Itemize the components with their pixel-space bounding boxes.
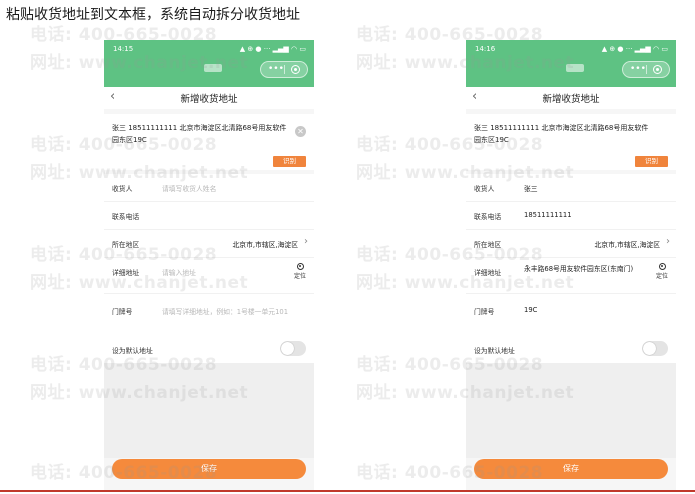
miniprogram-capsule[interactable]: ••• (260, 61, 308, 78)
phone-input[interactable]: 18511111111 (524, 211, 572, 219)
capsule-divider (284, 65, 285, 74)
name-label: 收货人 (112, 185, 133, 193)
status-bar: 14:15 ▲ ⊕ ● ··· ▂▄▆ ◠ ▭ ••• (104, 40, 314, 87)
save-button[interactable]: 保存 (474, 459, 668, 479)
region-value[interactable]: 北京市,市辖区,海淀区 (595, 239, 661, 249)
detail-input[interactable]: 永丰路68号用友软件园东区(东南门) (524, 264, 642, 275)
status-bar: 14:16 ▲ ⊕ ● ··· ▂▄▆ ◠ ▭ ••• (466, 40, 676, 87)
blank-area (466, 363, 676, 458)
locate-button[interactable]: 定位 (292, 263, 308, 280)
nav-bar: ‹ 新增收货地址 (466, 87, 676, 109)
door-row[interactable]: 门牌号 19C (466, 294, 676, 338)
page-heading: 粘贴收货地址到文本框，系统自动拆分收货地址 (6, 7, 300, 23)
status-icons: ▲ ⊕ ● ··· ▂▄▆ ◠ ▭ (239, 45, 306, 53)
default-address-row: 设为默认地址 (466, 337, 676, 363)
toggle-knob (281, 342, 294, 355)
phone-after: 14:16 ▲ ⊕ ● ··· ▂▄▆ ◠ ▭ ••• ‹ 新增收货地址 张三 … (466, 40, 676, 492)
region-row[interactable]: 所在地区 北京市,市辖区,海淀区 › (466, 230, 676, 258)
detail-row[interactable]: 详细地址 永丰路68号用友软件园东区(东南门) 定位 (466, 258, 676, 294)
paste-text[interactable]: 张三 18511111111 北京市海淀区北清路68号用友软件园东区19C (474, 122, 652, 146)
region-label: 所在地区 (112, 241, 140, 249)
address-form: 收货人 张三 联系电话 18511111111 所在地区 北京市,市辖区,海淀区… (466, 174, 676, 338)
more-icon[interactable]: ••• (268, 63, 284, 75)
region-label: 所在地区 (474, 241, 502, 249)
blurred-title (566, 64, 584, 72)
detail-label: 详细地址 (474, 269, 502, 277)
door-input[interactable]: 请填写详细地址，例如：1号楼一单元101 (162, 306, 288, 316)
location-icon (658, 263, 666, 270)
save-button[interactable]: 保存 (112, 459, 306, 479)
name-input[interactable]: 张三 (524, 183, 538, 193)
status-time: 14:16 (475, 45, 496, 53)
recognize-button[interactable]: 识别 (273, 156, 306, 167)
name-input[interactable]: 请填写收货人姓名 (162, 183, 216, 193)
page-title: 新增收货地址 (180, 94, 238, 105)
door-input[interactable]: 19C (524, 306, 537, 314)
chevron-right-icon[interactable]: › (304, 236, 308, 247)
region-row[interactable]: 所在地区 北京市,市辖区,海淀区 › (104, 230, 314, 258)
detail-input[interactable]: 请输入地址 (162, 267, 196, 277)
default-address-label: 设为默认地址 (112, 347, 153, 355)
name-row[interactable]: 收货人 张三 (466, 174, 676, 202)
door-row[interactable]: 门牌号 请填写详细地址，例如：1号楼一单元101 (104, 294, 314, 338)
phone-before: 14:15 ▲ ⊕ ● ··· ▂▄▆ ◠ ▭ ••• ‹ 新增收货地址 张三 … (104, 40, 314, 492)
location-icon (296, 263, 304, 270)
paste-address-textarea[interactable]: 张三 18511111111 北京市海淀区北清路68号用友软件园东区19C 识别 (466, 114, 676, 170)
screenshot-page: 粘贴收货地址到文本框，系统自动拆分收货地址 14:15 ▲ ⊕ ● ··· ▂▄… (0, 0, 695, 494)
default-address-toggle[interactable] (642, 341, 668, 356)
more-icon[interactable]: ••• (630, 63, 646, 75)
status-icons: ▲ ⊕ ● ··· ▂▄▆ ◠ ▭ (601, 45, 668, 53)
phone-row[interactable]: 联系电话 18511111111 (466, 202, 676, 230)
paste-text[interactable]: 张三 18511111111 北京市海淀区北清路68号用友软件园东区19C (112, 122, 290, 146)
blank-area (104, 363, 314, 458)
status-time: 14:15 (113, 45, 134, 53)
nav-bar: ‹ 新增收货地址 (104, 87, 314, 109)
miniprogram-capsule[interactable]: ••• (622, 61, 670, 78)
default-address-label: 设为默认地址 (474, 347, 515, 355)
detail-label: 详细地址 (112, 269, 140, 277)
blurred-title (204, 64, 222, 72)
locate-label: 定位 (655, 273, 668, 280)
capsule-divider (646, 65, 647, 74)
paste-address-textarea[interactable]: 张三 18511111111 北京市海淀区北清路68号用友软件园东区19C ✕ … (104, 114, 314, 170)
locate-button[interactable]: 定位 (654, 263, 670, 280)
bottom-rule (0, 490, 695, 492)
default-address-row: 设为默认地址 (104, 337, 314, 363)
toggle-knob (643, 342, 656, 355)
phone-row[interactable]: 联系电话 (104, 202, 314, 230)
detail-row[interactable]: 详细地址 请输入地址 定位 (104, 258, 314, 294)
recognize-button[interactable]: 识别 (635, 156, 668, 167)
chevron-right-icon[interactable]: › (666, 236, 670, 247)
locate-label: 定位 (293, 273, 306, 280)
phone-label: 联系电话 (112, 213, 140, 221)
phone-label: 联系电话 (474, 213, 502, 221)
default-address-toggle[interactable] (280, 341, 306, 356)
clear-icon[interactable]: ✕ (295, 126, 306, 137)
region-value[interactable]: 北京市,市辖区,海淀区 (233, 239, 299, 249)
door-label: 门牌号 (112, 308, 133, 316)
close-miniprogram-icon[interactable] (291, 65, 300, 74)
name-label: 收货人 (474, 185, 495, 193)
door-label: 门牌号 (474, 308, 495, 316)
close-miniprogram-icon[interactable] (653, 65, 662, 74)
name-row[interactable]: 收货人 请填写收货人姓名 (104, 174, 314, 202)
address-form: 收货人 请填写收货人姓名 联系电话 所在地区 北京市,市辖区,海淀区 › 详细地… (104, 174, 314, 338)
page-title: 新增收货地址 (542, 94, 600, 105)
